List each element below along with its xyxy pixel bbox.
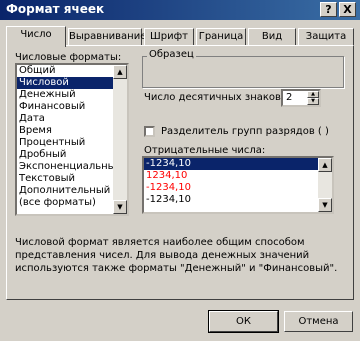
decimals-label: Число десятичных знаков: (144, 92, 285, 103)
formats-scrollbar[interactable]: ▲ ▼ (113, 65, 127, 214)
list-item[interactable]: Общий (17, 65, 113, 77)
list-item[interactable]: Денежный (17, 89, 113, 101)
scroll-down-icon[interactable]: ▼ (318, 198, 332, 212)
list-item[interactable]: Дата (17, 113, 113, 125)
tab-view[interactable]: Вид (248, 28, 296, 46)
tab-alignment[interactable]: Выравнивание (68, 28, 146, 46)
list-item[interactable]: Дополнительный (17, 185, 113, 197)
tab-strip: Число Выравнивание Шрифт Граница Вид Защ… (6, 26, 354, 47)
scroll-up-icon[interactable]: ▲ (318, 158, 332, 172)
tab-font[interactable]: Шрифт (144, 28, 194, 46)
list-item[interactable]: Время (17, 125, 113, 137)
spin-down-icon[interactable]: ▼ (307, 98, 319, 105)
list-item[interactable]: Экспоненциальный (17, 161, 113, 173)
list-item[interactable]: Процентный (17, 137, 113, 149)
formats-list[interactable]: Общий Числовой Денежный Финансовый Дата Время… (15, 63, 129, 216)
list-item[interactable]: 1234,10 (144, 170, 318, 182)
window-title: Формат ячеек (6, 2, 105, 16)
list-item[interactable]: -1234,10 (144, 158, 318, 170)
ok-button[interactable]: ОК (208, 310, 279, 333)
negatives-scrollbar[interactable]: ▲ ▼ (318, 158, 332, 212)
spin-up-icon[interactable]: ▲ (307, 91, 319, 98)
scroll-up-icon[interactable]: ▲ (113, 65, 127, 79)
decimals-value[interactable]: 2 (286, 92, 292, 103)
list-item[interactable]: Числовой (17, 77, 113, 89)
negatives-list[interactable]: -1234,10 1234,10 -1234,10 -1234,10 ▲ ▼ (142, 156, 334, 214)
description-text: Числовой формат является наиболее общим … (15, 237, 338, 274)
separator-checkbox[interactable] (144, 126, 155, 137)
scroll-down-icon[interactable]: ▼ (113, 200, 127, 214)
decimals-spinner[interactable]: 2 ▲ ▼ (281, 89, 321, 107)
sample-group: Образец (142, 49, 344, 88)
close-button[interactable]: X (339, 2, 356, 17)
formats-items: Общий Числовой Денежный Финансовый Дата Время… (17, 65, 113, 214)
tab-border[interactable]: Граница (196, 28, 246, 46)
tab-number[interactable]: Число (6, 26, 66, 47)
separator-label[interactable]: Разделитель групп разрядов ( ) (161, 126, 329, 137)
list-item[interactable]: (все форматы) (17, 197, 113, 209)
list-item[interactable]: -1234,10 (144, 182, 318, 194)
tab-protection[interactable]: Защита (298, 28, 354, 46)
list-item[interactable]: Текстовый (17, 173, 113, 185)
cancel-button[interactable]: Отмена (284, 311, 353, 332)
formats-label: Числовые форматы: (15, 52, 122, 63)
list-item[interactable]: Финансовый (17, 101, 113, 113)
list-item[interactable]: -1234,10 (144, 194, 318, 206)
list-item[interactable]: Дробный (17, 149, 113, 161)
tab-panel: Числовые форматы: Общий Числовой Денежный Ф… (6, 45, 354, 300)
sample-label: Образец (147, 49, 196, 60)
title-bar[interactable]: Формат ячеек ? X (0, 0, 360, 20)
negatives-items: -1234,10 1234,10 -1234,10 -1234,10 (144, 158, 318, 212)
help-button[interactable]: ? (320, 2, 337, 17)
negatives-label: Отрицательные числа: (144, 145, 266, 156)
